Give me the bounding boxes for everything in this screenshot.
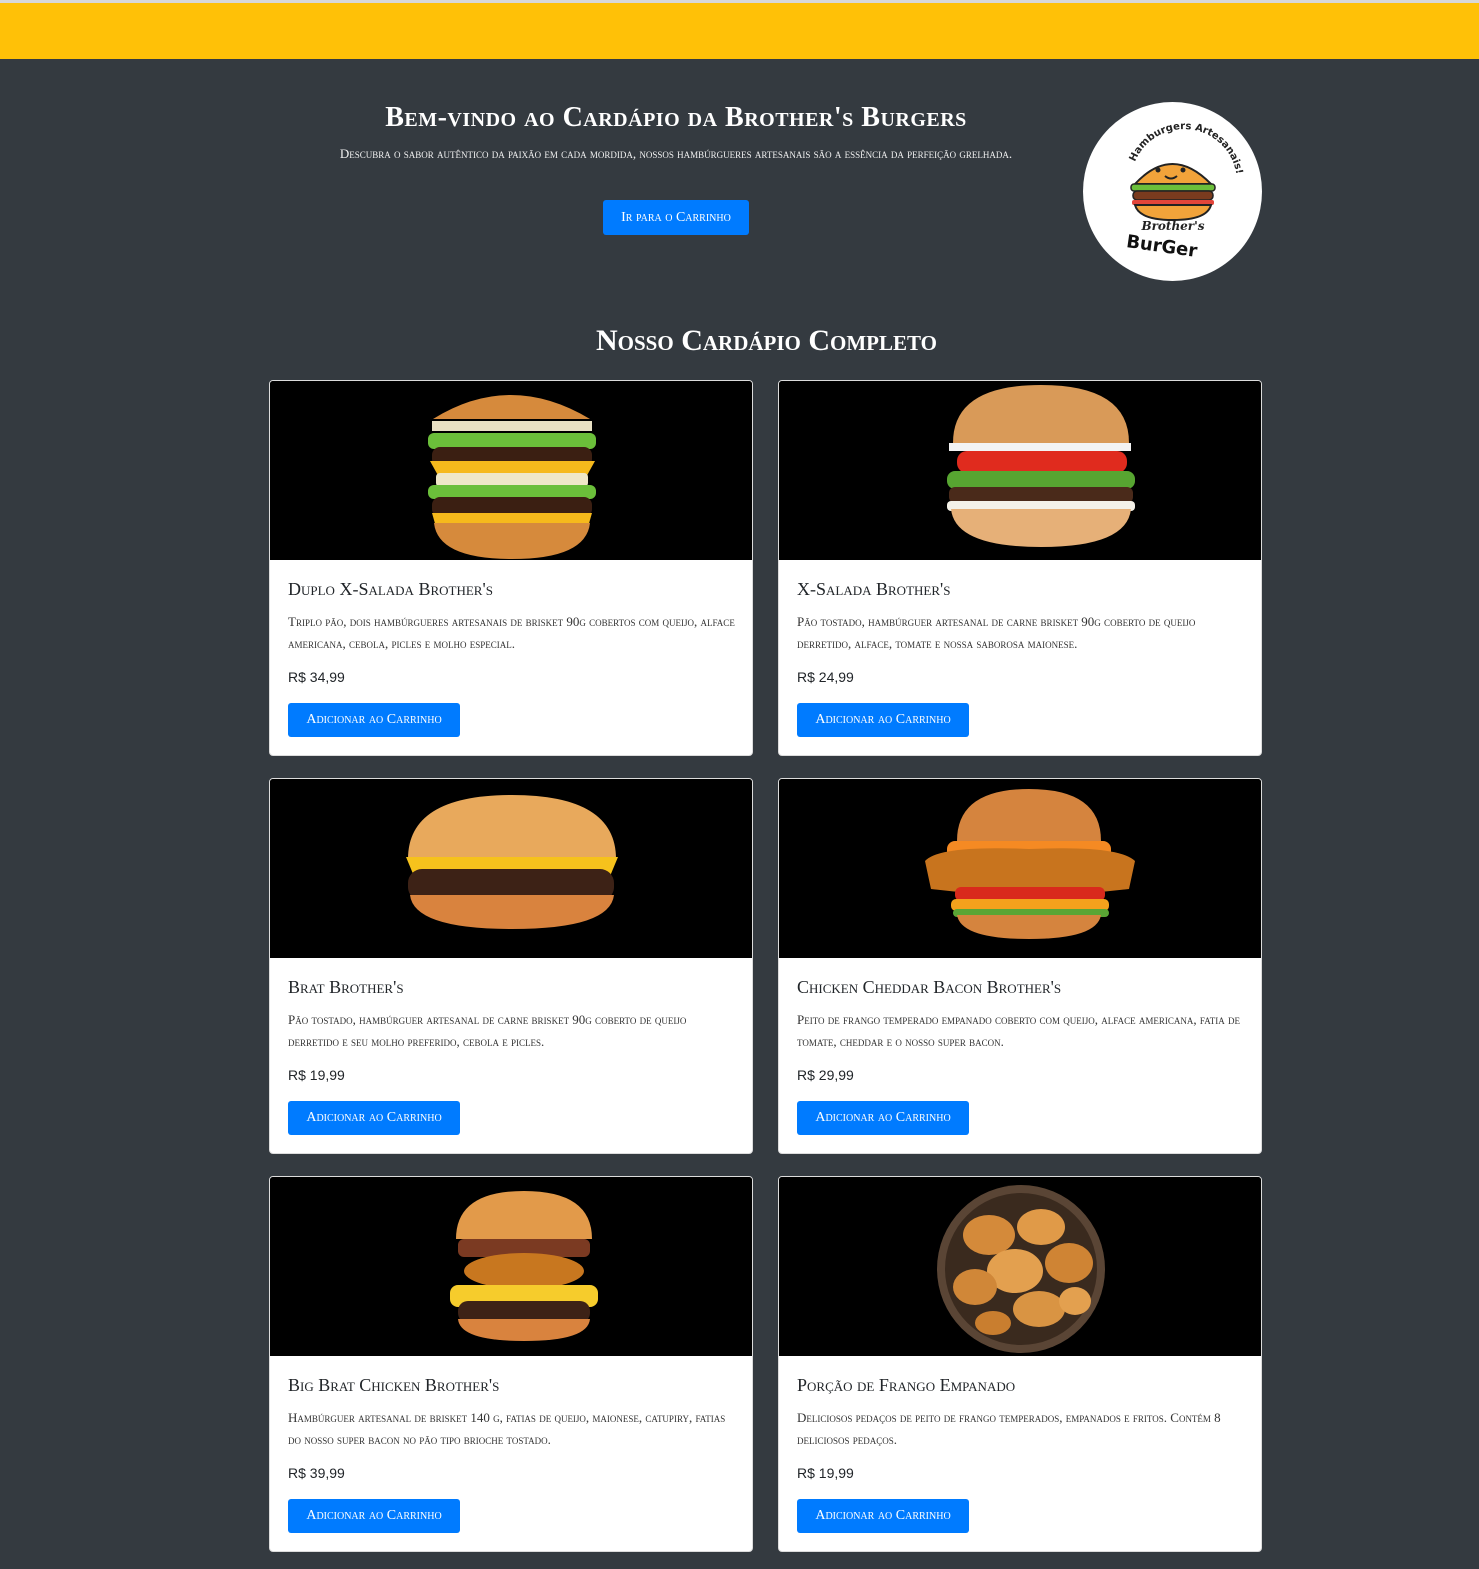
- add-to-cart-button[interactable]: Adicionar ao Carrinho: [797, 1101, 969, 1135]
- item-name: X-Salada Brother's: [797, 579, 951, 599]
- item-price: R$ 34,99: [288, 669, 345, 685]
- add-to-cart-button[interactable]: Adicionar ao Carrinho: [797, 1499, 969, 1533]
- fried-chicken-bowl-image: [779, 1177, 1261, 1356]
- cheeseburger-image: [270, 779, 752, 958]
- go-to-cart-button[interactable]: Ir para o Carrinho: [603, 200, 749, 235]
- add-to-cart-button[interactable]: Adicionar ao Carrinho: [288, 1499, 460, 1533]
- item-name: Porção de Frango Empanado: [797, 1375, 1016, 1395]
- item-description: Deliciosos pedaços de peito de frango te…: [797, 1410, 1221, 1447]
- salad-burger-image: [779, 381, 1261, 560]
- menu-title: Nosso Cardápio Completo: [596, 324, 937, 357]
- menu-card: Duplo X-Salada Brother's Triplo pão, doi…: [269, 380, 753, 756]
- item-name: Duplo X-Salada Brother's: [288, 579, 493, 599]
- page-title: Bem-vindo ao Cardápio da Brother's Burge…: [385, 102, 967, 133]
- big-chicken-burger-image: [270, 1177, 752, 1356]
- item-price: R$ 19,99: [288, 1067, 345, 1083]
- item-description: Pão tostado, hambúrguer artesanal de car…: [797, 614, 1196, 651]
- item-description: Hambúrguer artesanal de brisket 140 g, f…: [288, 1410, 726, 1447]
- svg-text:Brother's: Brother's: [1140, 219, 1204, 233]
- svg-text:BurGer: BurGer: [1125, 231, 1199, 262]
- add-to-cart-button[interactable]: Adicionar ao Carrinho: [288, 1101, 460, 1135]
- menu-card: Brat Brother's Pão tostado, hambúrguer a…: [269, 778, 753, 1154]
- add-to-cart-button[interactable]: Adicionar ao Carrinho: [288, 703, 460, 737]
- menu-card: X-Salada Brother's Pão tostado, hambúrgu…: [778, 380, 1262, 756]
- add-to-cart-button[interactable]: Adicionar ao Carrinho: [797, 703, 969, 737]
- item-description: Peito de frango temperado empanado cober…: [797, 1012, 1240, 1049]
- item-price: R$ 39,99: [288, 1465, 345, 1481]
- item-price: R$ 24,99: [797, 669, 854, 685]
- item-name: Brat Brother's: [288, 977, 404, 997]
- top-navbar: [0, 3, 1479, 59]
- item-name: Chicken Cheddar Bacon Brother's: [797, 977, 1062, 997]
- item-price: R$ 29,99: [797, 1067, 854, 1083]
- brand-logo: Hamburgers Artesanais! Brother's BurGer: [1083, 102, 1262, 281]
- item-name: Big Brat Chicken Brother's: [288, 1375, 500, 1395]
- item-description: Triplo pão, dois hambúrgueres artesanais…: [288, 614, 735, 651]
- menu-card: Porção de Frango Empanado Deliciosos ped…: [778, 1176, 1262, 1552]
- chicken-burger-image: [779, 779, 1261, 958]
- page-subtitle: Descubra o sabor autêntico da paixão em …: [339, 146, 1013, 161]
- menu-card: Big Brat Chicken Brother's Hambúrguer ar…: [269, 1176, 753, 1552]
- double-burger-image: [270, 381, 752, 560]
- menu-card: Chicken Cheddar Bacon Brother's Peito de…: [778, 778, 1262, 1154]
- item-description: Pão tostado, hambúrguer artesanal de car…: [288, 1012, 687, 1049]
- item-price: R$ 19,99: [797, 1465, 854, 1481]
